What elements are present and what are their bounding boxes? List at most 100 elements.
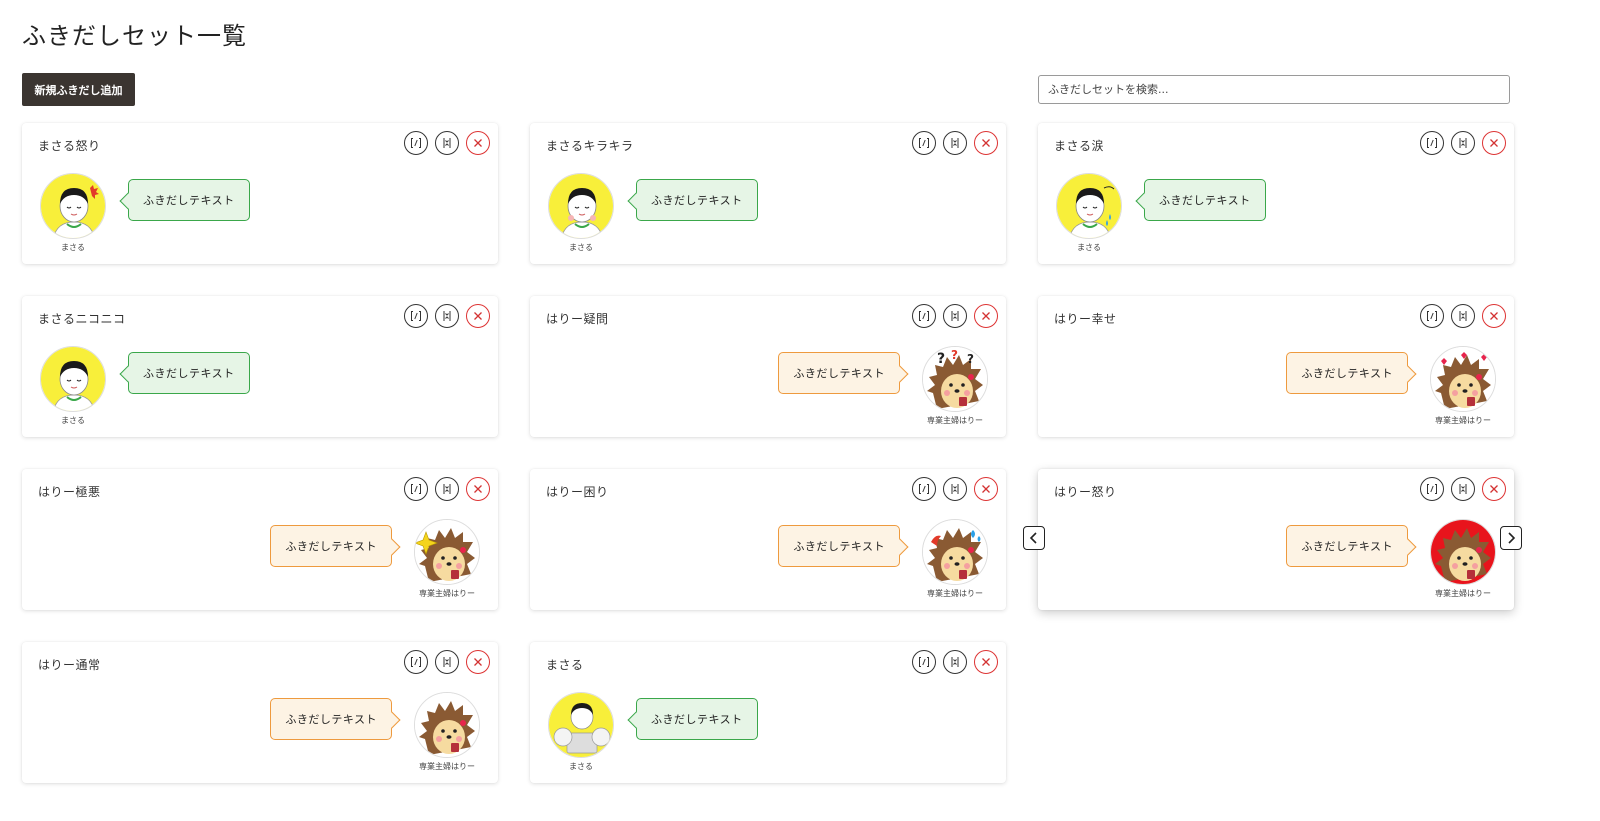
avatar-name: 専業主婦はりー [927,589,983,598]
avatar [1056,173,1122,239]
edit-icon [411,138,421,148]
delete-button[interactable] [466,477,490,501]
speech-bubble: ふきだしテキスト [778,352,900,394]
delete-button[interactable] [466,304,490,328]
duplicate-icon [951,484,959,494]
carousel-next-button[interactable] [1500,526,1522,550]
duplicate-button[interactable] [943,650,967,674]
edit-button[interactable] [912,304,936,328]
edit-button[interactable] [912,650,936,674]
balloon-set-card[interactable]: はりー幸せ 専業主婦はりー ふきだしテキスト [1038,296,1514,437]
chevron-right-icon [1508,532,1516,544]
avatar-name: 専業主婦はりー [419,589,475,598]
speech-bubble: ふきだしテキスト [128,179,250,221]
delete-button[interactable] [974,477,998,501]
delete-button[interactable] [974,650,998,674]
delete-icon [474,485,482,493]
avatar-name: まさる [61,416,85,425]
search-input[interactable] [1038,75,1510,104]
delete-icon [982,485,990,493]
avatar-block: まさる [38,346,108,426]
duplicate-button[interactable] [435,477,459,501]
edit-button[interactable] [1420,304,1444,328]
edit-button[interactable] [404,131,428,155]
avatar [414,519,480,585]
duplicate-icon [443,138,451,148]
edit-button[interactable] [1420,477,1444,501]
duplicate-button[interactable] [1451,477,1475,501]
avatar-block: 専業主婦はりー [412,692,482,772]
card-actions [912,304,998,328]
add-balloon-button[interactable]: 新規ふきだし追加 [22,73,135,106]
avatar [1430,519,1496,585]
card-actions [404,131,490,155]
duplicate-button[interactable] [943,131,967,155]
delete-icon [982,658,990,666]
delete-button[interactable] [1482,477,1506,501]
duplicate-button[interactable] [943,477,967,501]
balloon-preview: まさる ふきだしテキスト [546,173,990,259]
balloon-set-card[interactable]: まさる まさる ふきだしテキスト [530,642,1006,783]
svg-text:?: ? [967,352,974,366]
delete-button[interactable] [466,131,490,155]
duplicate-icon [951,138,959,148]
avatar-block: まさる [38,173,108,253]
edit-icon [1427,311,1437,321]
avatar [40,173,106,239]
balloon-preview: 専業主婦はりー ふきだしテキスト [1054,519,1498,605]
balloon-set-card[interactable]: まさる怒りまさる ふきだしテキスト [22,123,498,264]
card-title: はりー疑問 [546,312,609,326]
edit-button[interactable] [404,304,428,328]
duplicate-button[interactable] [1451,131,1475,155]
card-actions [1420,131,1506,155]
card-actions [1420,477,1506,501]
delete-button[interactable] [974,304,998,328]
avatar [548,692,614,758]
balloon-preview: 専業主婦はりー ふきだしテキスト [546,519,990,605]
edit-icon [919,657,929,667]
avatar [922,519,988,585]
edit-icon [1427,484,1437,494]
duplicate-icon [1459,138,1467,148]
speech-bubble: ふきだしテキスト [778,525,900,567]
speech-bubble: ふきだしテキスト [636,698,758,740]
balloon-preview: まさる ふきだしテキスト [1054,173,1498,259]
duplicate-button[interactable] [1451,304,1475,328]
card-title: まさる涙 [1054,139,1105,153]
balloon-set-card[interactable]: まさるキラキラ まさる ふきだしテキスト [530,123,1006,264]
duplicate-button[interactable] [943,304,967,328]
avatar-name: まさる [569,243,593,252]
balloon-set-card[interactable]: はりー極悪 専業主婦はりー ふきだしテキスト [22,469,498,610]
edit-button[interactable] [404,650,428,674]
card-title: まさる怒り [38,139,101,153]
delete-button[interactable] [974,131,998,155]
avatar: ??? [922,346,988,412]
card-title: はりー困り [546,485,609,499]
edit-button[interactable] [912,477,936,501]
duplicate-button[interactable] [435,131,459,155]
delete-button[interactable] [1482,131,1506,155]
card-title: はりー通常 [38,658,101,672]
delete-icon [474,312,482,320]
balloon-set-card[interactable]: はりー疑問??? 専業主婦はりー ふきだしテキスト [530,296,1006,437]
delete-button[interactable] [466,650,490,674]
avatar-block: 専業主婦はりー [920,519,990,599]
edit-button[interactable] [1420,131,1444,155]
balloon-set-card[interactable]: まさる涙まさる ふきだしテキスト [1038,123,1514,264]
carousel-prev-button[interactable] [1023,526,1045,550]
edit-button[interactable] [404,477,428,501]
edit-button[interactable] [912,131,936,155]
balloon-set-card[interactable]: はりー通常 専業主婦はりー ふきだしテキスト [22,642,498,783]
duplicate-button[interactable] [435,304,459,328]
duplicate-button[interactable] [435,650,459,674]
card-actions [912,477,998,501]
avatar-name: まさる [61,243,85,252]
delete-button[interactable] [1482,304,1506,328]
balloon-set-card[interactable]: はりー困り専業主婦はりー ふきだしテキスト [530,469,1006,610]
balloon-set-card[interactable]: まさるニコニコ まさる ふきだしテキスト [22,296,498,437]
edit-icon [919,311,929,321]
card-title: はりー怒り [1054,485,1117,499]
avatar-name: 専業主婦はりー [419,762,475,771]
balloon-set-card[interactable]: はりー怒り専業主婦はりー ふきだしテキスト [1038,469,1514,610]
card-actions [404,650,490,674]
